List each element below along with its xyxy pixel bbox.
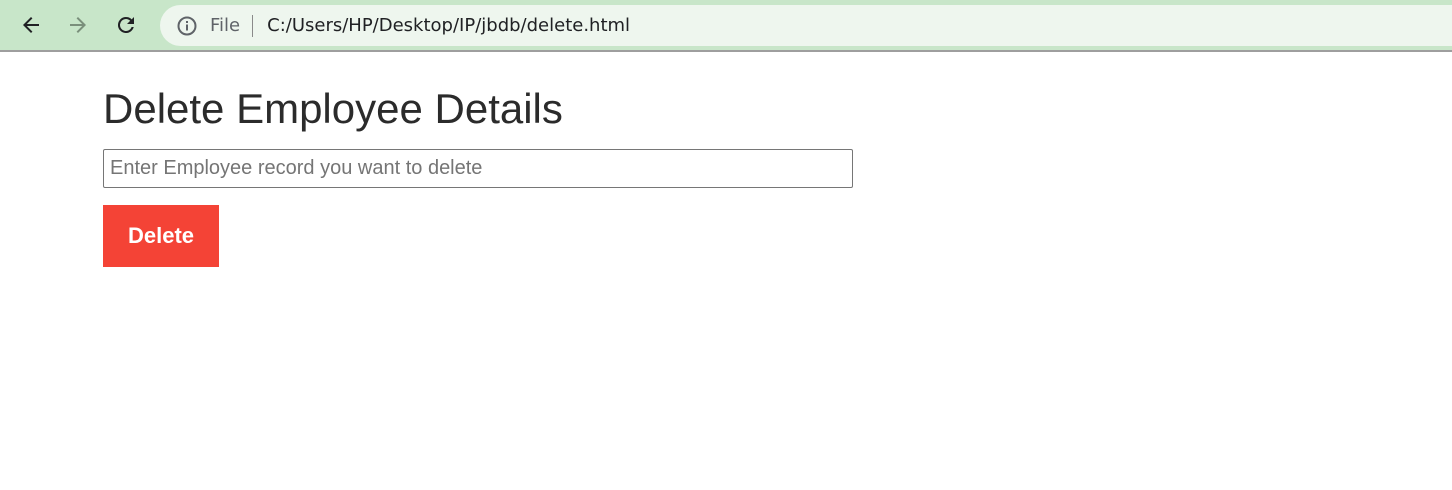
delete-button[interactable]: Delete	[103, 205, 219, 267]
reload-icon	[114, 13, 138, 37]
reload-button[interactable]	[108, 7, 144, 43]
url-text[interactable]: C:/Users/HP/Desktop/IP/jbdb/delete.html	[267, 15, 630, 36]
browser-toolbar: File C:/Users/HP/Desktop/IP/jbdb/delete.…	[0, 0, 1452, 52]
address-bar[interactable]: File C:/Users/HP/Desktop/IP/jbdb/delete.…	[160, 5, 1452, 46]
page-content: Delete Employee Details Delete	[0, 54, 1452, 490]
forward-button[interactable]	[60, 7, 96, 43]
info-icon[interactable]	[176, 15, 198, 37]
employee-record-input[interactable]	[103, 149, 853, 188]
page-title: Delete Employee Details	[103, 85, 563, 132]
arrow-left-icon	[19, 13, 43, 37]
back-button[interactable]	[13, 7, 49, 43]
address-separator	[252, 14, 254, 37]
arrow-right-icon	[66, 13, 90, 37]
scheme-label: File	[210, 15, 241, 36]
